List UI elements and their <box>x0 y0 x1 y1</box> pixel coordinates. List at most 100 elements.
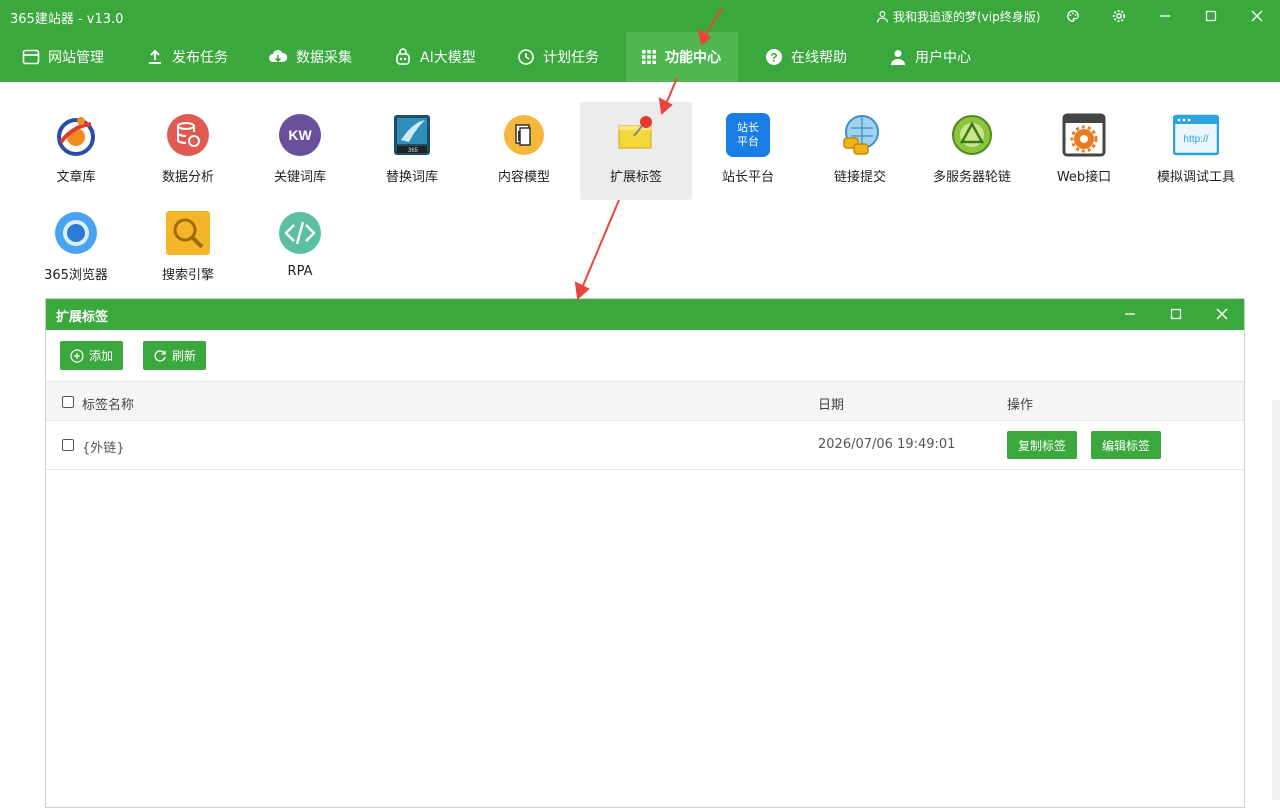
nav-publish-task[interactable]: 发布任务 <box>146 32 228 82</box>
nav-label: 数据采集 <box>296 50 352 66</box>
keyword-badge: KW <box>288 127 312 143</box>
main-nav: 网站管理 发布任务 数据采集 AI大模型 计划任务 功能中心 ? 在线帮助 用户… <box>0 32 1280 82</box>
tool-web-api[interactable]: Web接口 <box>1028 102 1140 200</box>
dialog-header: 扩展标签 <box>46 299 1244 330</box>
upload-icon <box>149 49 161 64</box>
webmaster-badge-2: 平台 <box>737 134 759 148</box>
replace-library-icon: 365 <box>394 115 430 155</box>
arrow-to-dialog <box>581 199 620 289</box>
debug-badge: http:// <box>1183 134 1208 145</box>
select-all-checkbox[interactable] <box>62 396 74 408</box>
tool-label: 多服务器轮链 <box>932 170 1011 185</box>
row-checkbox[interactable] <box>62 439 74 451</box>
tool-link-submit[interactable]: 链接提交 <box>804 102 916 200</box>
nav-ai-model[interactable]: AI大模型 <box>394 32 476 82</box>
nav-label: 发布任务 <box>172 50 228 66</box>
cloud-download-icon <box>269 49 288 63</box>
article-library-icon <box>57 117 95 156</box>
tool-label: Web接口 <box>1056 170 1112 185</box>
web-api-icon <box>1062 113 1106 157</box>
date-cell: 2026/07/06 19:49:01 <box>818 437 956 452</box>
close-icon[interactable] <box>1245 4 1269 28</box>
grid-icon <box>642 50 656 64</box>
tool-keyword-library[interactable]: KW 关键词库 <box>244 102 356 200</box>
settings-icon[interactable] <box>1107 4 1131 28</box>
nav-label: 计划任务 <box>543 50 599 66</box>
nav-scheduled-task[interactable]: 计划任务 <box>517 32 599 82</box>
nav-user-center[interactable]: 用户中心 <box>889 32 971 82</box>
multi-server-icon <box>952 115 992 155</box>
help-icon: ? <box>766 49 782 65</box>
tool-label: 数据分析 <box>161 170 214 185</box>
skin-icon[interactable] <box>1061 4 1085 28</box>
browser-icon <box>55 212 97 254</box>
nav-label: 用户中心 <box>915 50 971 66</box>
tool-label: 365浏览器 <box>44 268 108 283</box>
tool-multi-server[interactable]: 多服务器轮链 <box>916 102 1028 200</box>
plus-circle-icon <box>70 348 84 363</box>
user-name: 我和我追逐的梦(vip终身版) <box>893 10 1041 24</box>
tag-table: 标签名称 日期 操作 {外链} 2026/07/06 19:49:01 复制标签… <box>46 381 1244 470</box>
nav-website-manage[interactable]: 网站管理 <box>22 32 104 82</box>
nav-label: 在线帮助 <box>791 50 847 66</box>
minimize-icon[interactable] <box>1153 4 1177 28</box>
refresh-button[interactable]: 刷新 <box>143 341 207 370</box>
tool-label: RPA <box>287 264 313 279</box>
replace-badge: 365 <box>408 148 419 154</box>
tool-search-engine[interactable]: 搜索引擎 <box>132 200 244 298</box>
tool-rpa[interactable]: RPA <box>244 200 356 298</box>
svg-text:?: ? <box>770 51 777 65</box>
dialog-minimize-icon[interactable] <box>1119 303 1141 325</box>
tool-article-library[interactable]: 文章库 <box>20 102 132 200</box>
copy-tag-button[interactable]: 复制标签 <box>1007 431 1077 459</box>
refresh-icon <box>154 349 166 362</box>
nav-online-help[interactable]: ? 在线帮助 <box>765 32 847 82</box>
refresh-button-label: 刷新 <box>172 349 197 363</box>
tag-name-cell: {外链} <box>82 441 125 456</box>
nav-function-center[interactable]: 功能中心 <box>626 32 738 82</box>
content-model-icon <box>504 115 544 155</box>
nav-label: 网站管理 <box>48 50 104 66</box>
title-bar: 365建站器 - v13.0 我和我追逐的梦(vip终身版) <box>0 0 1280 32</box>
table-header: 标签名称 日期 操作 <box>46 381 1244 421</box>
col-date[interactable]: 日期 <box>818 394 844 413</box>
dialog-title: 扩展标签 <box>56 310 109 325</box>
edit-tag-button[interactable]: 编辑标签 <box>1091 431 1161 459</box>
tool-debug[interactable]: http:// 模拟调试工具 <box>1140 102 1252 200</box>
search-engine-icon <box>166 211 210 255</box>
add-button-label: 添加 <box>89 349 114 363</box>
tool-label: 模拟调试工具 <box>1156 170 1235 185</box>
nav-data-collect[interactable]: 数据采集 <box>268 32 352 82</box>
extended-tag-icon <box>618 116 652 149</box>
person-icon <box>891 50 905 65</box>
tool-webmaster-platform[interactable]: 站长 平台 站长平台 <box>692 102 804 200</box>
maximize-icon[interactable] <box>1199 4 1223 28</box>
col-actions: 操作 <box>1007 398 1034 413</box>
arrow-head-dialog <box>574 281 590 301</box>
link-submit-icon <box>843 115 879 155</box>
tool-extended-tag[interactable]: 扩展标签 <box>580 102 692 200</box>
rpa-code-icon <box>279 212 321 254</box>
dialog-close-icon[interactable] <box>1211 303 1233 325</box>
tool-label: 扩展标签 <box>609 170 662 185</box>
nav-label: AI大模型 <box>420 50 476 66</box>
window-scrollbar[interactable] <box>1272 400 1280 800</box>
keyword-library-icon: KW <box>279 114 321 156</box>
tool-label: 关键词库 <box>273 170 326 185</box>
tool-replace-library[interactable]: 365 替换词库 <box>356 102 468 200</box>
tool-browser[interactable]: 365浏览器 <box>20 200 132 298</box>
add-button[interactable]: 添加 <box>60 341 124 370</box>
user-info[interactable]: 我和我追逐的梦(vip终身版) <box>876 8 1040 25</box>
robot-icon <box>396 48 410 65</box>
tool-data-analysis[interactable]: 数据分析 <box>132 102 244 200</box>
browser-window-icon <box>22 49 40 65</box>
table-row: {外链} 2026/07/06 19:49:01 复制标签 编辑标签 <box>46 421 1244 470</box>
user-icon <box>877 11 888 23</box>
app-title: 365建站器 - v13.0 <box>10 12 124 27</box>
clock-icon <box>518 49 534 65</box>
col-tag-name[interactable]: 标签名称 <box>82 394 134 413</box>
tool-label: 链接提交 <box>833 170 886 185</box>
tool-label: 文章库 <box>56 170 96 185</box>
tool-content-model[interactable]: 内容模型 <box>468 102 580 200</box>
dialog-maximize-icon[interactable] <box>1165 303 1187 325</box>
